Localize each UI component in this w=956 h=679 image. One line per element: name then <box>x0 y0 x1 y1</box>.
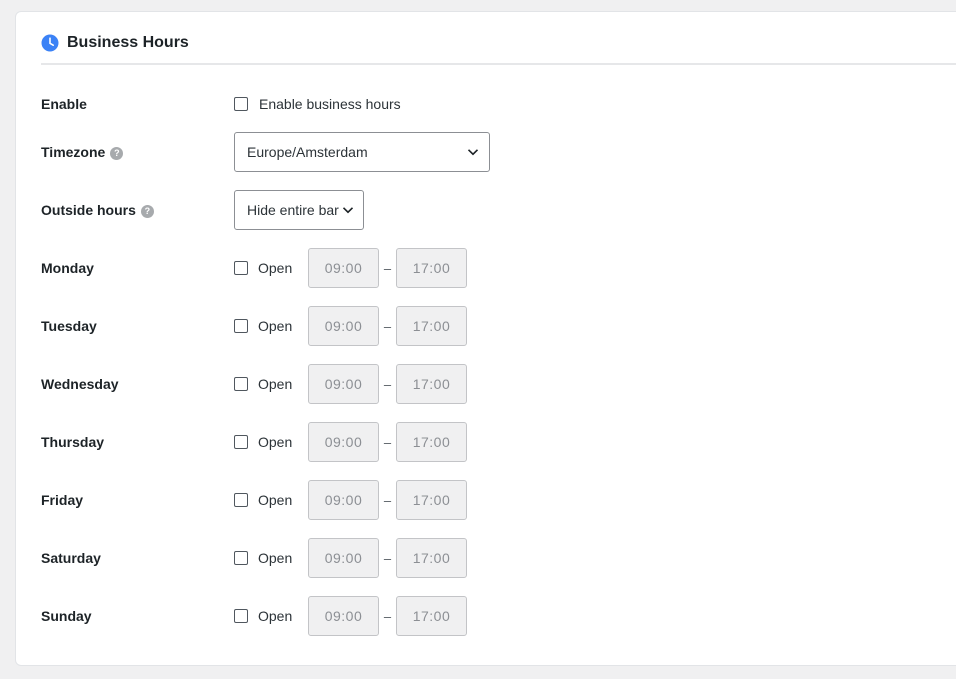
time-separator: – <box>383 318 392 334</box>
chevron-down-icon <box>467 149 479 156</box>
start-time-input[interactable]: 09:00 <box>308 480 379 520</box>
open-checkbox[interactable] <box>234 261 248 275</box>
day-label: Saturday <box>41 550 101 566</box>
timezone-row: Timezone ? Europe/Amsterdam <box>41 132 490 172</box>
start-time-input[interactable]: 09:00 <box>308 422 379 462</box>
open-checkbox[interactable] <box>234 435 248 449</box>
day-open-toggle: Open <box>234 434 308 450</box>
open-label[interactable]: Open <box>258 492 292 508</box>
day-label: Thursday <box>41 434 105 450</box>
day-row-tuesday: Tuesday Open 09:00 – 17:00 <box>41 306 467 346</box>
enable-label: Enable <box>41 96 87 112</box>
day-row-wednesday: Wednesday Open 09:00 – 17:00 <box>41 364 467 404</box>
day-open-toggle: Open <box>234 550 308 566</box>
end-time-input[interactable]: 17:00 <box>396 480 467 520</box>
day-row-saturday: Saturday Open 09:00 – 17:00 <box>41 538 467 578</box>
time-separator: – <box>383 260 392 276</box>
timezone-select[interactable]: Europe/Amsterdam <box>234 132 490 172</box>
time-separator: – <box>383 550 392 566</box>
day-label: Tuesday <box>41 318 97 334</box>
enable-business-hours-label[interactable]: Enable business hours <box>259 96 401 112</box>
open-checkbox[interactable] <box>234 493 248 507</box>
day-open-toggle: Open <box>234 376 308 392</box>
chevron-down-icon <box>342 207 354 214</box>
day-row-monday: Monday Open 09:00 – 17:00 <box>41 248 467 288</box>
start-time-input[interactable]: 09:00 <box>308 248 379 288</box>
start-time-input[interactable]: 09:00 <box>308 306 379 346</box>
start-time-input[interactable]: 09:00 <box>308 538 379 578</box>
end-time-input[interactable]: 17:00 <box>396 596 467 636</box>
timezone-label: Timezone ? <box>41 144 234 160</box>
day-label: Wednesday <box>41 376 119 392</box>
day-row-friday: Friday Open 09:00 – 17:00 <box>41 480 467 520</box>
open-label[interactable]: Open <box>258 608 292 624</box>
open-checkbox[interactable] <box>234 551 248 565</box>
open-label[interactable]: Open <box>258 434 292 450</box>
help-icon[interactable]: ? <box>140 204 154 218</box>
day-open-toggle: Open <box>234 492 308 508</box>
end-time-input[interactable]: 17:00 <box>396 248 467 288</box>
day-open-toggle: Open <box>234 318 308 334</box>
enable-business-hours-checkbox[interactable] <box>234 97 248 111</box>
help-icon[interactable]: ? <box>110 146 124 160</box>
day-label: Friday <box>41 492 84 508</box>
open-label[interactable]: Open <box>258 550 292 566</box>
outside-hours-row: Outside hours ? Hide entire bar <box>41 190 364 230</box>
open-checkbox[interactable] <box>234 377 248 391</box>
clock-icon <box>41 34 59 51</box>
open-label[interactable]: Open <box>258 376 292 392</box>
day-label: Monday <box>41 260 94 276</box>
start-time-input[interactable]: 09:00 <box>308 596 379 636</box>
time-separator: – <box>383 434 392 450</box>
business-hours-card: Business Hours Enable Enable business ho… <box>15 11 956 666</box>
start-time-input[interactable]: 09:00 <box>308 364 379 404</box>
open-label[interactable]: Open <box>258 318 292 334</box>
end-time-input[interactable]: 17:00 <box>396 306 467 346</box>
day-row-thursday: Thursday Open 09:00 – 17:00 <box>41 422 467 462</box>
end-time-input[interactable]: 17:00 <box>396 364 467 404</box>
day-row-sunday: Sunday Open 09:00 – 17:00 <box>41 596 467 636</box>
enable-row: Enable Enable business hours <box>41 84 401 124</box>
time-separator: – <box>383 492 392 508</box>
open-checkbox[interactable] <box>234 319 248 333</box>
card-header: Business Hours <box>41 32 956 65</box>
outside-hours-label: Outside hours ? <box>41 202 234 218</box>
open-label[interactable]: Open <box>258 260 292 276</box>
section-title: Business Hours <box>67 33 189 51</box>
open-checkbox[interactable] <box>234 609 248 623</box>
end-time-input[interactable]: 17:00 <box>396 538 467 578</box>
end-time-input[interactable]: 17:00 <box>396 422 467 462</box>
time-separator: – <box>383 608 392 624</box>
day-open-toggle: Open <box>234 608 308 624</box>
outside-hours-select[interactable]: Hide entire bar <box>234 190 364 230</box>
day-open-toggle: Open <box>234 260 308 276</box>
time-separator: – <box>383 376 392 392</box>
day-label: Sunday <box>41 608 92 624</box>
